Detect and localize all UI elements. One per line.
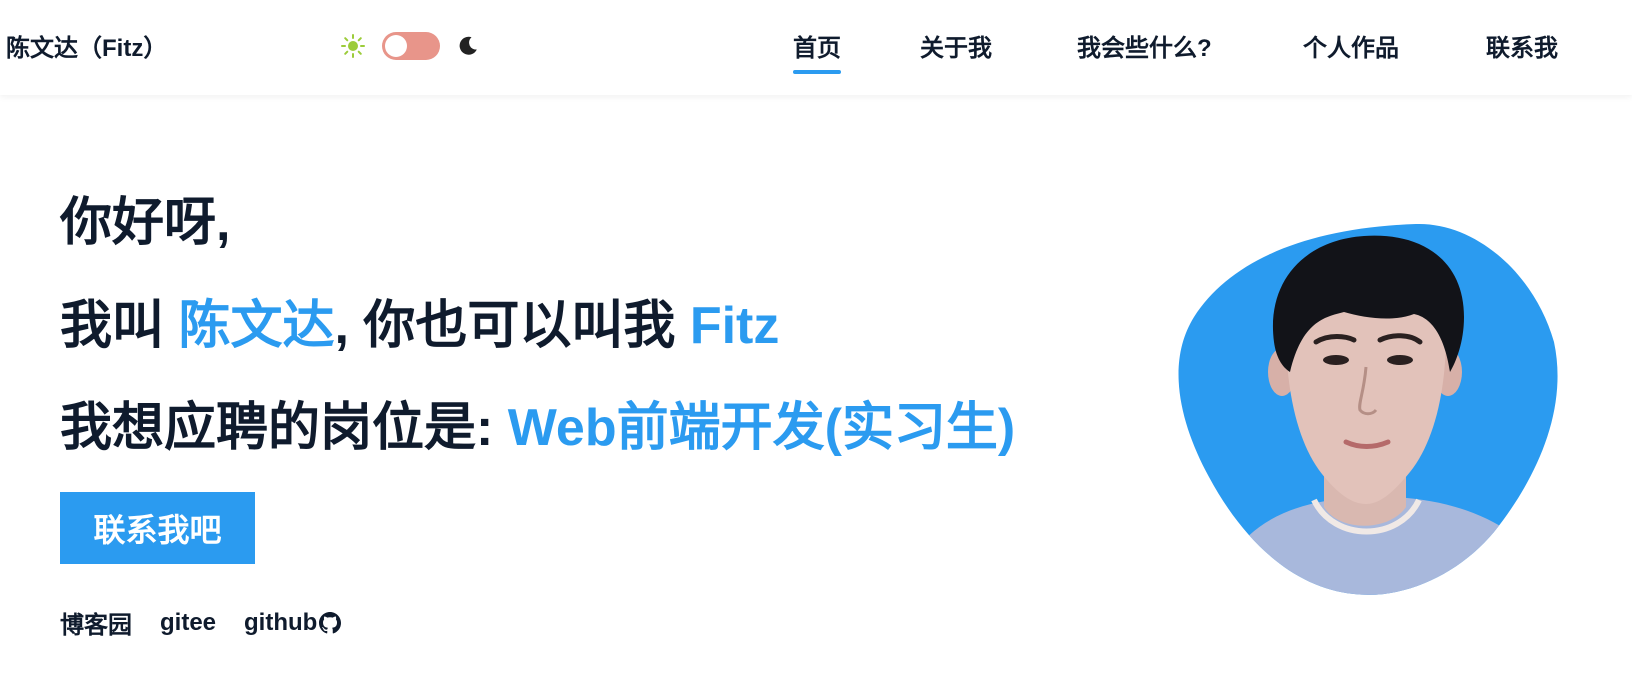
- social-links: 博客园 gitee github: [60, 605, 342, 640]
- link-github-label: github: [244, 608, 318, 636]
- avatar: [1178, 223, 1558, 595]
- link-github[interactable]: github: [244, 608, 342, 637]
- contact-me-button[interactable]: 联系我吧: [60, 492, 255, 564]
- hero-nickname: Fitz: [689, 297, 780, 355]
- hero-position: 我想应聘的岗位是: Web前端开发(实习生): [60, 385, 1015, 460]
- position-prefix: 我想应聘的岗位是:: [60, 399, 508, 457]
- site-header: 陈文达（Fitz） 首页 关于我 我会些什么? 个人作品 联系我: [0, 0, 1632, 95]
- link-cnblogs[interactable]: 博客园: [60, 605, 132, 640]
- link-gitee[interactable]: gitee: [160, 609, 216, 637]
- hero-name: 陈文达: [178, 297, 335, 355]
- github-icon: [319, 611, 342, 633]
- intro-prefix: 我叫: [60, 297, 179, 355]
- nav-item-about[interactable]: 关于我: [920, 28, 992, 63]
- intro-middle: , 你也可以叫我: [334, 297, 690, 355]
- nav-item-home[interactable]: 首页: [793, 28, 841, 74]
- hero-greeting: 你好呀,: [60, 194, 231, 252]
- position-title: Web前端开发(实习生): [507, 399, 1016, 457]
- nav-item-skills[interactable]: 我会些什么?: [1077, 28, 1212, 63]
- main-nav: 首页 关于我 我会些什么? 个人作品 联系我: [0, 28, 1632, 78]
- hero-intro: 我叫 陈文达, 你也可以叫我 Fitz: [60, 283, 779, 358]
- nav-item-contact[interactable]: 联系我: [1486, 28, 1558, 63]
- nav-item-works[interactable]: 个人作品: [1303, 28, 1399, 63]
